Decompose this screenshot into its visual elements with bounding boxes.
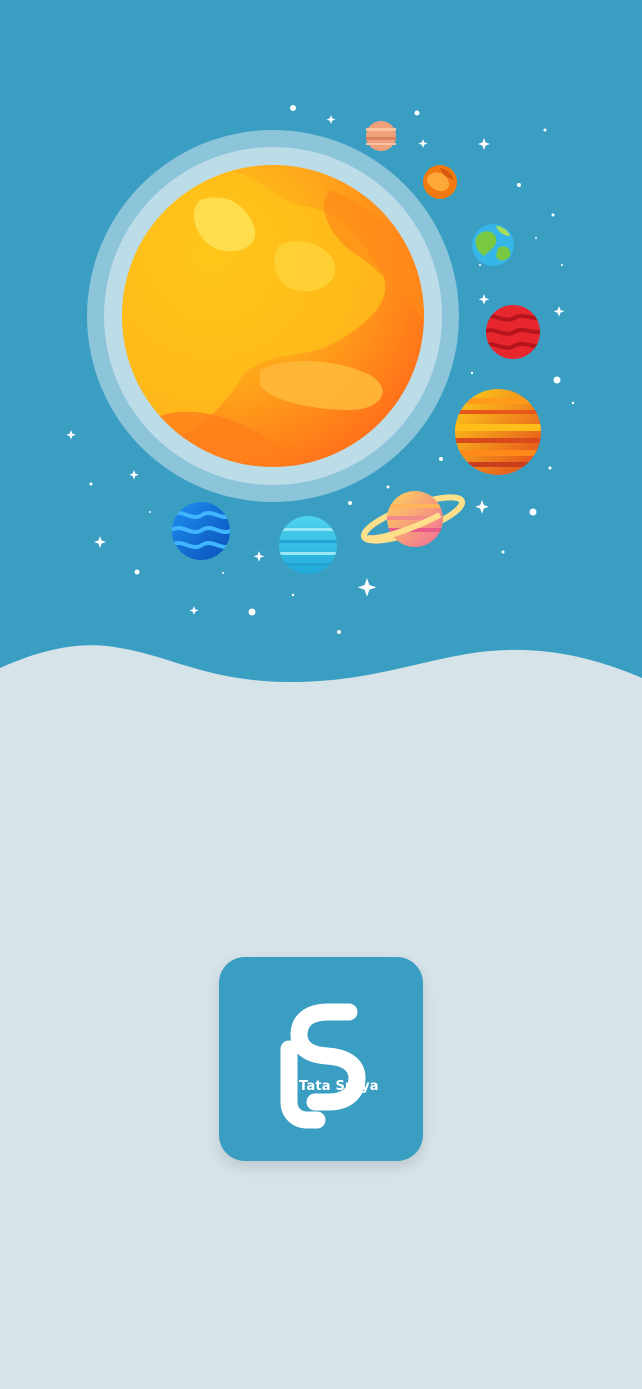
app-name: Tata Surya (299, 1079, 379, 1094)
sun-icon (87, 130, 459, 502)
jupiter-icon (455, 389, 541, 475)
solar-system-illustration (0, 0, 642, 700)
earth-icon (472, 224, 514, 266)
uranus-icon (279, 516, 337, 574)
app-logo: Tata Surya (219, 957, 423, 1161)
venus-icon (423, 165, 457, 199)
logo-mark-icon (280, 1003, 366, 1129)
mercury-icon (366, 121, 396, 151)
